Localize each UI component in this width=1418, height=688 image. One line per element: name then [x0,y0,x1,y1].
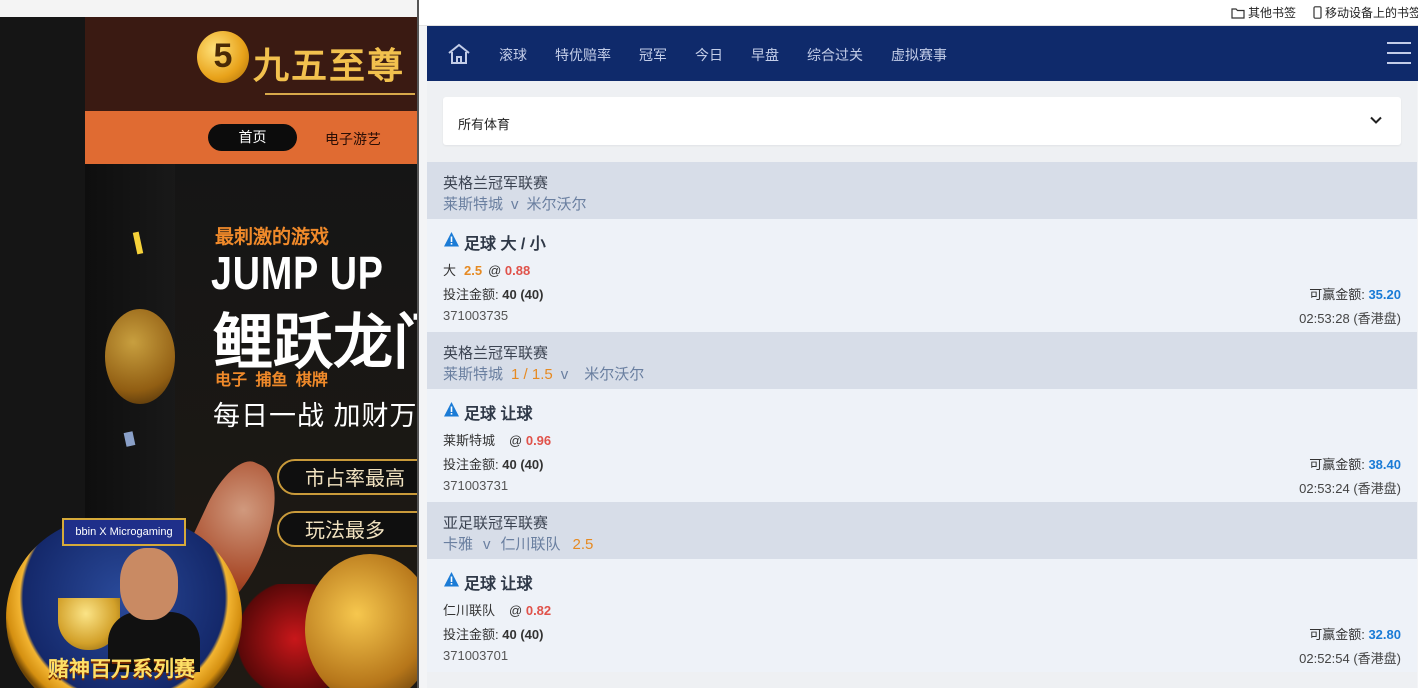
nav-best-odds[interactable]: 特优赔率 [555,45,611,65]
bet-selection: 仁川联队 @ 0.82 [443,603,552,618]
bet-header: 亚足联冠军联赛 卡雅 v 仁川联队 2.5 [427,502,1417,559]
nav-today[interactable]: 今日 [695,45,723,65]
folder-icon [1231,8,1245,19]
warning-icon [444,572,459,587]
bet-time: 02:53:24 (香港盘) [1299,481,1401,496]
banner-categories: 电子 捕鱼 棋牌 [215,372,328,389]
bet-type: 足球 大 / 小 [464,236,546,253]
league-name: 亚足联冠军联赛 [443,515,549,532]
nav-outright[interactable]: 冠军 [639,45,667,65]
bet-time: 02:53:28 (香港盘) [1299,311,1401,326]
hamburger-menu-icon[interactable] [1387,42,1411,64]
banner-slogan: 每日一战 加财万 [213,401,417,431]
bet-selection: 大 2.5 @ 0.88 [443,263,531,278]
bet-potential-win: 可赢金额: 35.20 [1309,287,1401,302]
bet-id: 371003701 [443,648,509,663]
bet-selection: 莱斯特城 @ 0.96 [443,433,552,448]
banner-pill-most-games: 玩法最多 [277,511,417,547]
bet-card: 足球 让球 莱斯特城 @ 0.96 投注金额: 40 (40) 可赢金额: 38.… [427,389,1417,502]
sport-filter-value: 所有体育 [458,117,511,132]
warning-icon [444,402,459,417]
nav-games-link[interactable]: 电子游艺 [325,129,381,149]
sport-filter-dropdown[interactable]: 所有体育 [443,97,1401,145]
bet-list: 所有体育 英格兰冠军联赛 莱斯特城 v 米尔沃尔 足球 大 / 小 大 2.5 @ 0.… [427,81,1417,688]
league-name: 英格兰冠军联赛 [443,345,549,362]
bet-header: 英格兰冠军联赛 莱斯特城 1 / 1.5 v 米尔沃尔 [427,332,1417,389]
bet-stake: 投注金额: 40 (40) [443,287,544,302]
sportsbook-nav: 滚球 特优赔率 冠军 今日 早盘 综合过关 虚拟赛事 [427,26,1418,81]
badge-brand-ribbon: bbin X Microgaming [62,518,186,546]
casino-window: 5 九五至尊 首页 电子游艺 最刺激的游戏 JUMP UP 鲤跃龙门 电子 捕鱼… [0,0,417,688]
bet-id: 371003731 [443,478,509,493]
banner-title: JUMP UP [211,247,384,299]
bet-type: 足球 让球 [464,576,533,593]
nav-virtual[interactable]: 虚拟赛事 [891,45,947,65]
left-window-topbar [0,0,417,18]
bookmark-bar: 其他书签 移动设备上的书签 [419,0,1418,26]
nav-parlay[interactable]: 综合过关 [807,45,863,65]
warning-icon [444,232,459,247]
home-icon[interactable] [447,42,471,66]
nav-early[interactable]: 早盘 [751,45,779,65]
league-name: 英格兰冠军联赛 [443,175,549,192]
mobile-icon [1313,6,1322,19]
bet-id: 371003735 [443,308,509,323]
casino-nav: 首页 电子游艺 [85,111,417,164]
bet-stake: 投注金额: 40 (40) [443,627,544,642]
bookmark-other[interactable]: 其他书签 [1231,4,1296,21]
confetti-icon [132,231,144,255]
bet-card: 足球 大 / 小 大 2.5 @ 0.88 投注金额: 40 (40) 可赢金额: … [427,219,1417,332]
logo-flourish [265,93,415,95]
match-teams: 莱斯特城 v 米尔沃尔 [443,196,587,213]
bet-potential-win: 可赢金额: 32.80 [1309,627,1401,642]
nav-home-button[interactable]: 首页 [208,124,297,151]
bookmark-mobile[interactable]: 移动设备上的书签 [1313,4,1418,21]
bet-time: 02:52:54 (香港盘) [1299,651,1401,666]
bet-header: 英格兰冠军联赛 莱斯特城 v 米尔沃尔 [427,162,1417,219]
banner-kicker: 最刺激的游戏 [215,227,330,248]
chevron-down-icon [1370,116,1382,124]
gold-coin-image [105,309,175,404]
confetti-icon [123,431,136,447]
logo-text: 九五至尊 [253,45,406,86]
banner-pill-market-share: 市占率最高 [277,459,417,495]
casino-header: 5 九五至尊 [85,17,417,111]
logo-coin-icon: 5 [197,31,249,83]
person-head-image [120,548,178,620]
bet-card: 足球 让球 仁川联队 @ 0.82 投注金额: 40 (40) 可赢金额: 32.… [427,559,1417,672]
match-teams: 卡雅 v 仁川联队 2.5 [443,536,594,553]
bet-potential-win: 可赢金额: 38.40 [1309,457,1401,472]
badge-title: 赌神百万系列赛 [48,658,195,681]
sportsbook-window: 其他书签 移动设备上的书签 滚球 特优赔率 冠军 今日 早盘 综合过关 虚拟赛事… [417,0,1418,688]
bet-stake: 投注金额: 40 (40) [443,457,544,472]
bet-type: 足球 让球 [464,406,533,423]
match-teams: 莱斯特城 1 / 1.5 v 米尔沃尔 [443,366,645,383]
nav-inplay[interactable]: 滚球 [499,45,527,65]
